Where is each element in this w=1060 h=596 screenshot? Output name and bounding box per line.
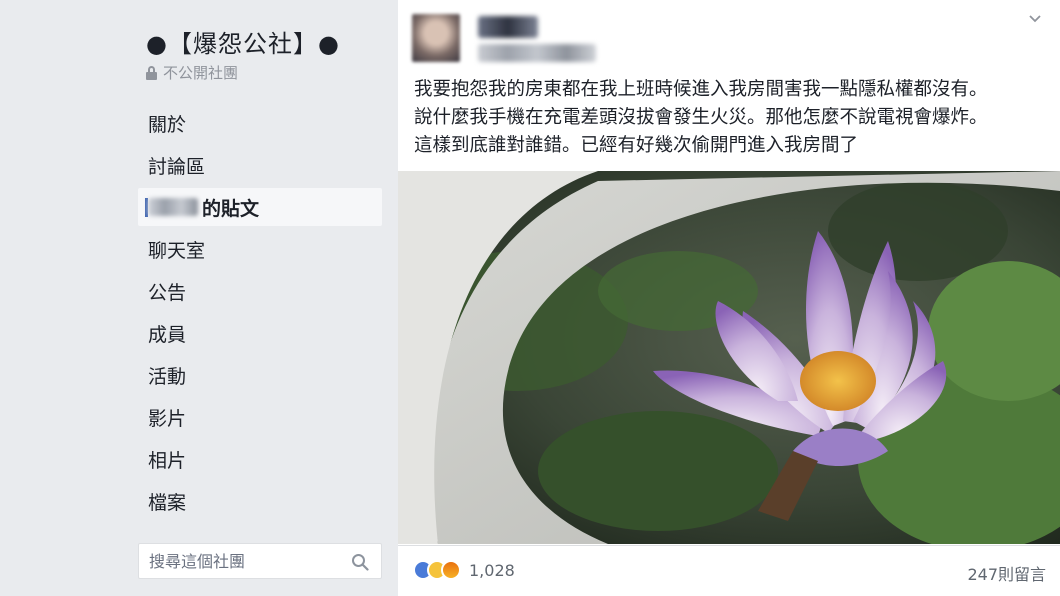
post-timestamp-blurred: [478, 44, 596, 62]
post-footer: 1,028 247則留言: [398, 545, 1060, 596]
lock-icon: [146, 65, 157, 80]
nav-item-videos[interactable]: 影片: [138, 398, 382, 436]
nav-item-label: 影片: [148, 407, 187, 430]
nav-item-files[interactable]: 檔案: [138, 482, 382, 520]
author-name-blurred[interactable]: [478, 16, 538, 38]
reactions-summary[interactable]: 1,028: [413, 560, 515, 580]
group-sidebar: ●【爆怨公社】● 不公開社團 關於 討論區 的貼文 聊天室 公告 成員 活動 影…: [0, 0, 398, 596]
group-privacy: 不公開社團: [146, 62, 238, 83]
nav-item-events[interactable]: 活動: [138, 356, 382, 394]
nav-item-chat[interactable]: 聊天室: [138, 230, 382, 268]
nav-item-label: 檔案: [148, 491, 187, 514]
post-text: 我要抱怨我的房東都在我上班時候進入我房間害我一點隱私權都沒有。 說什麼我手機在充…: [414, 76, 1054, 160]
nav-item-label: 相片: [148, 449, 187, 472]
post-text-line: 這樣到底誰對誰錯。已經有好幾次偷開門進入我房間了: [414, 135, 859, 156]
nav-item-photos[interactable]: 相片: [138, 440, 382, 478]
group-search-box[interactable]: [138, 543, 382, 579]
nav-item-member-posts[interactable]: 的貼文: [138, 188, 382, 226]
chevron-down-icon[interactable]: [1028, 14, 1042, 24]
author-avatar[interactable]: [412, 14, 460, 62]
privacy-label: 不公開社團: [163, 64, 239, 82]
post-card: 我要抱怨我的房東都在我上班時候進入我房間害我一點隱私權都沒有。 說什麼我手機在充…: [398, 0, 1060, 596]
nav-item-label: 活動: [148, 365, 187, 388]
nav-item-label: 成員: [148, 323, 187, 346]
nav-item-label: 的貼文: [202, 197, 260, 220]
nav-item-label: 聊天室: [148, 239, 206, 262]
post-photo[interactable]: [398, 171, 1060, 544]
nav-item-label: 關於: [148, 113, 187, 136]
post-text-line: 說什麼我手機在充電差頭沒拔會發生火災。那他怎麼不說電視會爆炸。: [414, 107, 988, 128]
angry-icon: [441, 560, 461, 580]
nav-item-label: 討論區: [148, 155, 206, 178]
blurred-username: [148, 198, 198, 216]
nav-item-discussion[interactable]: 討論區: [138, 146, 382, 184]
post-text-line: 我要抱怨我的房東都在我上班時候進入我房間害我一點隱私權都沒有。: [414, 79, 988, 100]
comment-count[interactable]: 247則留言: [967, 561, 1046, 585]
nav-item-label: 公告: [148, 281, 187, 304]
nav-item-members[interactable]: 成員: [138, 314, 382, 352]
nav-item-announcements[interactable]: 公告: [138, 272, 382, 310]
search-icon[interactable]: [351, 553, 369, 571]
reaction-count[interactable]: 1,028: [469, 561, 515, 580]
group-title[interactable]: ●【爆怨公社】●: [146, 24, 340, 59]
search-input[interactable]: [149, 551, 339, 571]
nav-item-about[interactable]: 關於: [138, 104, 382, 142]
